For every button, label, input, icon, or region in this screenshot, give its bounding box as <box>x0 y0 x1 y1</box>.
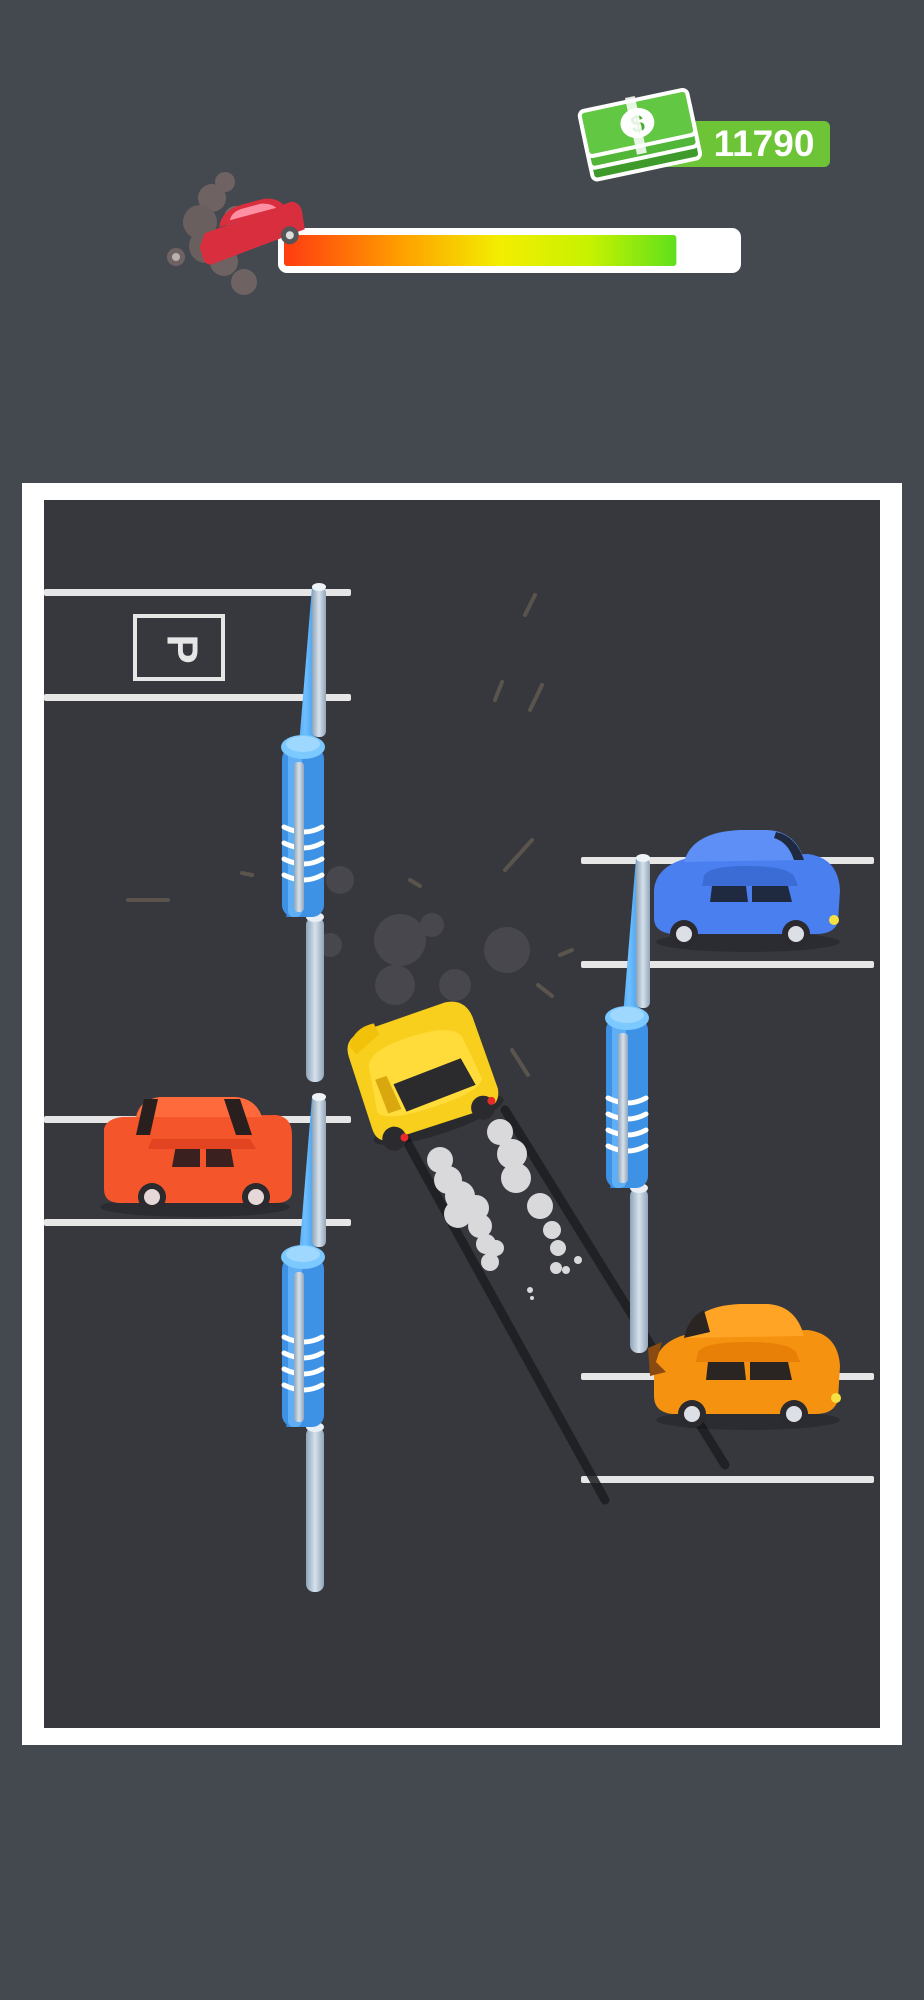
game-scene: $ P <box>22 87 902 1745</box>
game-screen: $ P <box>0 0 924 2000</box>
damaged-car-icon <box>167 172 305 295</box>
cash-amount: 11790 <box>713 123 815 164</box>
damage-progress-bar <box>278 228 741 273</box>
parking-sign-label: P <box>157 634 206 663</box>
progress-fill <box>284 235 677 266</box>
